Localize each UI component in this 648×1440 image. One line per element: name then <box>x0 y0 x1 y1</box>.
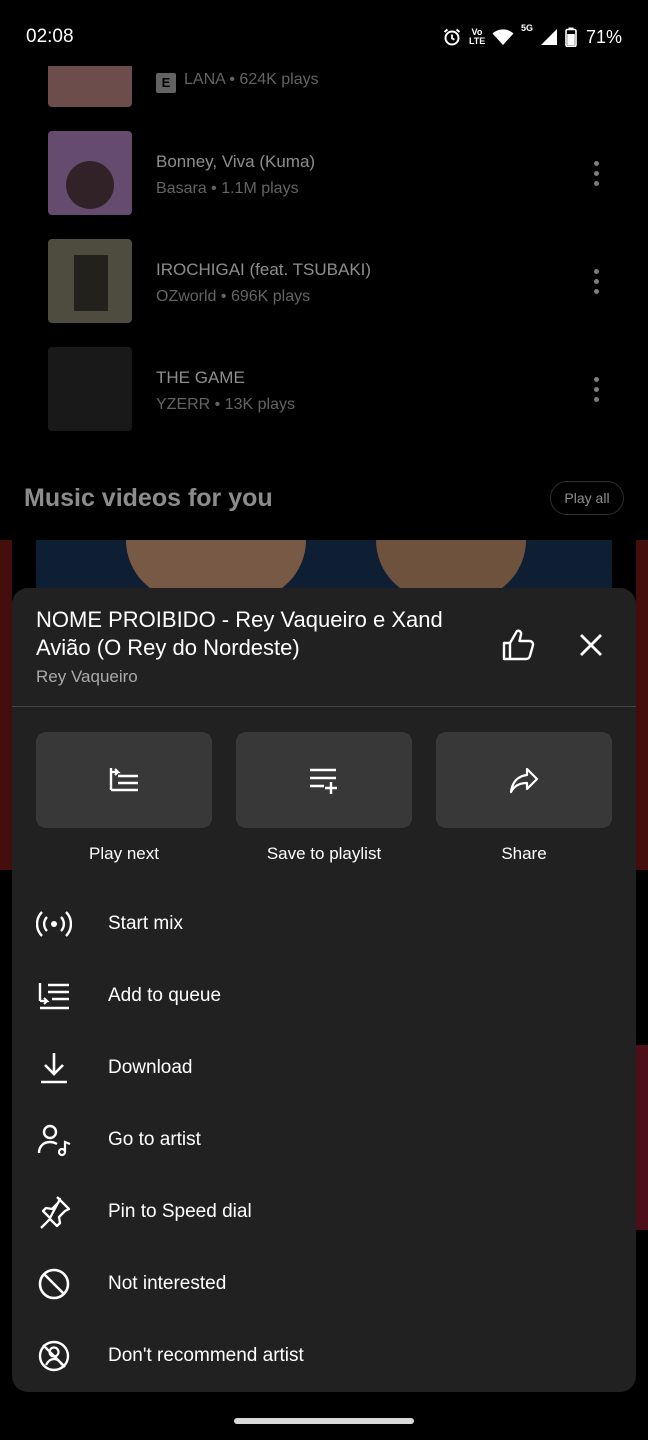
signal-icon <box>540 29 557 45</box>
more-options-icon[interactable] <box>588 161 606 187</box>
video-card-peek[interactable] <box>0 540 12 870</box>
dont-recommend-icon <box>38 1340 70 1372</box>
song-title: Bonney, Viva (Kuma) <box>156 152 316 171</box>
menu-item-dont-recommend-artist[interactable]: Don't recommend artist <box>12 1320 636 1392</box>
status-time: 02:08 <box>26 26 74 47</box>
more-options-icon[interactable] <box>588 269 606 295</box>
more-options-icon[interactable] <box>588 377 606 403</box>
share-label: Share <box>501 844 547 863</box>
battery-level: 71% <box>585 26 622 47</box>
play-next-button[interactable] <box>36 732 212 828</box>
thumbs-up-icon <box>502 629 535 661</box>
song-row[interactable]: THE GAME YZERR • 13K plays <box>0 347 648 431</box>
song-plays: 13K plays <box>224 396 295 413</box>
song-title: IROCHIGAI (feat. TSUBAKI) <box>156 260 372 279</box>
song-subtitle: Basara • 1.1M plays <box>156 180 299 197</box>
menu-item-label: Add to queue <box>108 985 222 1006</box>
play-next-label: Play next <box>89 844 159 863</box>
sheet-artist[interactable]: Rey Vaqueiro <box>36 667 138 687</box>
network-label: 5G <box>520 23 533 33</box>
video-card-peek[interactable] <box>636 540 648 870</box>
radio-icon <box>36 911 72 937</box>
battery-icon <box>565 27 577 47</box>
menu-item-start-mix[interactable]: Start mix <box>12 888 636 960</box>
sheet-title: NOME PROIBIDO - Rey Vaqueiro e Xand Aviã… <box>36 607 443 660</box>
share-button[interactable] <box>436 732 612 828</box>
close-button[interactable] <box>576 630 606 660</box>
pin-icon <box>40 1196 71 1229</box>
menu-item-add-to-queue[interactable]: Add to queue <box>12 960 636 1032</box>
song-plays: 696K plays <box>230 288 311 305</box>
play-all-button[interactable]: Play all <box>550 481 624 515</box>
song-subtitle: E LANA • 624K plays <box>156 71 319 93</box>
song-subtitle: YZERR • 13K plays <box>156 396 295 413</box>
menu-item-pin-to-speed-dial[interactable]: Pin to Speed dial <box>12 1176 636 1248</box>
song-artist: YZERR <box>156 396 211 413</box>
like-button[interactable] <box>500 626 538 664</box>
song-row[interactable]: IROCHIGAI (feat. TSUBAKI) OZworld • 696K… <box>0 239 648 323</box>
menu-item-label: Not interested <box>108 1273 227 1294</box>
menu-item-not-interested[interactable]: Not interested <box>12 1248 636 1320</box>
song-row[interactable]: Bonney, Viva (Kuma) Basara • 1.1M plays <box>0 131 648 215</box>
song-plays: 624K plays <box>239 71 319 88</box>
save-to-playlist-button[interactable] <box>236 732 412 828</box>
divider <box>12 706 636 707</box>
status-bar: 02:08 Vo LTE 5G 71% <box>0 0 648 66</box>
menu-item-download[interactable]: Download <box>12 1032 636 1104</box>
section-title: Music videos for you <box>24 484 273 512</box>
block-icon <box>38 1268 70 1300</box>
status-icons: Vo LTE 5G 71% <box>442 23 622 48</box>
menu-item-label: Start mix <box>108 913 183 934</box>
song-thumbnail <box>48 239 132 323</box>
song-plays: 1.1M plays <box>221 180 299 197</box>
home-indicator[interactable] <box>234 1418 414 1424</box>
alarm-icon <box>443 28 461 46</box>
menu-item-label: Pin to Speed dial <box>108 1201 252 1222</box>
menu-item-label: Go to artist <box>108 1129 201 1150</box>
explicit-badge: E <box>156 73 176 93</box>
share-icon <box>509 767 539 794</box>
play-next-icon <box>109 768 138 792</box>
download-icon <box>41 1053 67 1084</box>
song-artist: OZworld <box>156 288 217 305</box>
song-artist: Basara <box>156 180 207 197</box>
song-subtitle: OZworld • 696K plays <box>156 288 311 305</box>
song-thumbnail <box>48 347 132 431</box>
save-to-playlist-label: Save to playlist <box>266 844 382 863</box>
menu-item-label: Don't recommend artist <box>108 1345 304 1366</box>
context-menu-sheet: NOME PROIBIDO - Rey Vaqueiro e Xand Aviã… <box>12 588 636 1392</box>
playlist-add-icon <box>310 768 337 794</box>
wifi-icon <box>492 29 514 45</box>
menu-item-label: Download <box>108 1057 193 1078</box>
artist-icon <box>37 1124 71 1157</box>
song-artist: LANA <box>184 71 225 88</box>
menu-item-go-to-artist[interactable]: Go to artist <box>12 1104 636 1176</box>
song-thumbnail <box>48 131 132 215</box>
close-icon <box>580 634 602 656</box>
queue-icon <box>38 983 69 1010</box>
video-card-peek[interactable] <box>636 1045 648 1230</box>
song-title: THE GAME <box>156 368 245 387</box>
volte-label: Vo LTE <box>468 27 486 46</box>
